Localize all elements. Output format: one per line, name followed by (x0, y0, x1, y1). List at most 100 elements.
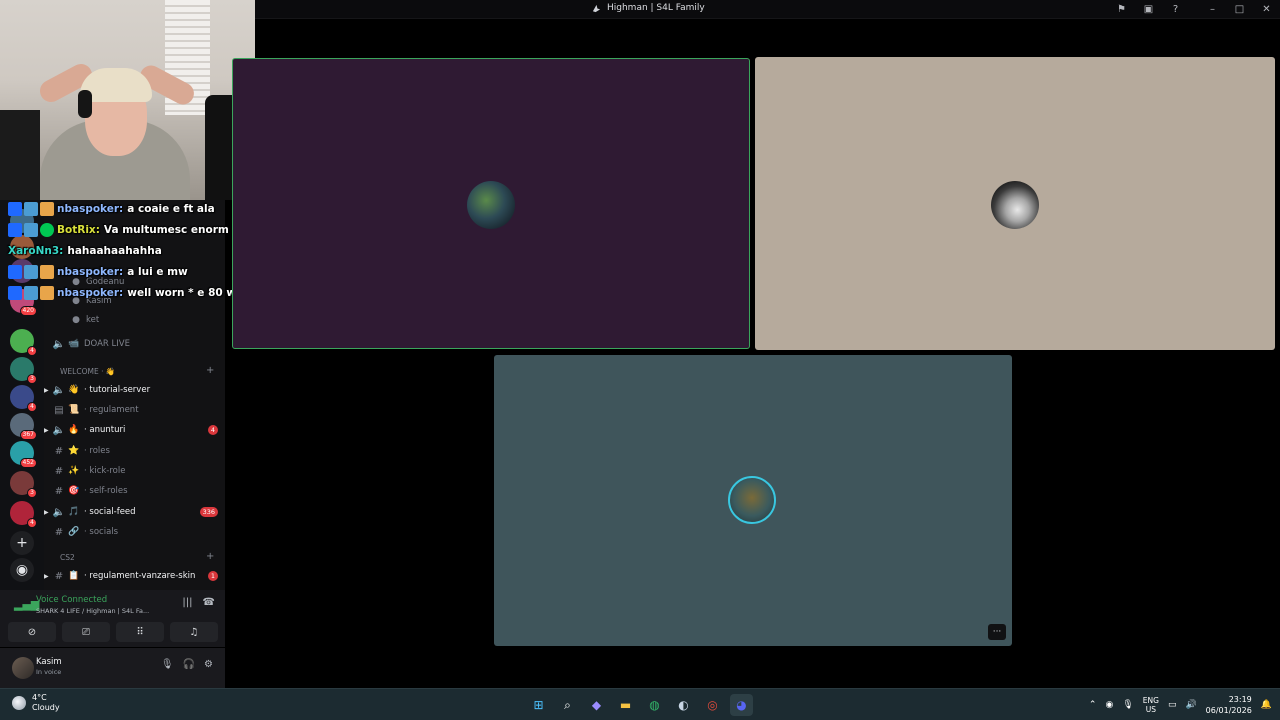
search-icon[interactable]: ⌕ (556, 694, 579, 716)
help-icon[interactable]: ? (1162, 0, 1189, 19)
voice-channel-name[interactable]: SHARK 4 LIFE / Highman | S4L Fa... (36, 607, 149, 615)
server-icon[interactable]: 3 (10, 357, 37, 384)
channel-item[interactable]: # ⭐ · roles (52, 442, 220, 460)
network-app-icon[interactable]: ◉ (1105, 700, 1113, 710)
chat-message: nbaspoker: a coaie e ft ala (8, 200, 215, 218)
minimize-icon[interactable]: – (1199, 0, 1226, 19)
hash-icon: # (54, 485, 64, 497)
avatar[interactable] (12, 657, 34, 679)
server-badge: 3 (27, 488, 37, 498)
noise-suppression-icon[interactable]: ||| (182, 597, 192, 608)
channel-item[interactable]: ▶ 🔈 🔥 · anunturi 4 (44, 421, 220, 439)
shark-icon (592, 4, 601, 12)
chat-badge-icon (24, 202, 38, 216)
add-channel-icon[interactable]: + (206, 365, 214, 376)
camera-off-button[interactable]: ⊘ (8, 622, 56, 642)
voice-channel-doar-live[interactable]: 🔈 📹 DOAR LIVE (52, 335, 220, 353)
channel-emoji-icon: 🔗 (68, 527, 80, 537)
windows-start-icon[interactable]: ⊞ (527, 694, 550, 716)
server-icon[interactable]: 367 (10, 413, 37, 440)
channel-name: · tutorial-server (84, 385, 151, 395)
chat-badge-icon (40, 286, 54, 300)
chat-badge-icon (40, 223, 54, 237)
unread-arrow-icon: ▶ (44, 572, 49, 580)
server-icon[interactable]: 4 (10, 501, 37, 528)
channel-type-icon: ▤ (54, 404, 64, 416)
category-cs2[interactable]: CS2 (60, 553, 75, 562)
channel-item[interactable]: ▶ 🔈 🎵 · social-feed 336 (44, 503, 220, 521)
headphones-icon[interactable]: 🎧 (183, 659, 195, 670)
window-title-group: Highman | S4L Family (592, 3, 705, 13)
server-badge: 367 (19, 430, 37, 440)
cam-icon: 📹 (68, 339, 80, 349)
server-badge: 420 (19, 306, 37, 316)
channel-emoji-icon: 📋 (68, 571, 80, 581)
flag-icon[interactable]: ⚑ (1108, 0, 1135, 19)
channel-item[interactable]: ▶ # 📋 · regulament-vanzare-skin 1 (44, 567, 220, 585)
disconnect-icon[interactable]: ☎ (203, 597, 215, 608)
close-icon[interactable]: ✕ (1253, 0, 1280, 19)
microphone-icon[interactable]: 🎙 (1122, 700, 1133, 710)
volume-icon[interactable]: 🔊 (1185, 700, 1196, 710)
add-server-icon[interactable]: + (10, 531, 34, 555)
video-tile[interactable]: ··· (494, 355, 1012, 646)
voice-user[interactable]: ● ket (68, 311, 236, 329)
channel-name: · kick-role (84, 466, 126, 476)
activities-button[interactable]: ⠿ (116, 622, 164, 642)
username[interactable]: Kasim (36, 657, 62, 667)
category-welcome[interactable]: WELCOME · 👋 (60, 367, 115, 376)
mention-badge: 4 (207, 425, 218, 435)
channel-item[interactable]: ▶ 🔈 👋 · tutorial-server (44, 381, 220, 399)
discord-icon[interactable]: ◕ (730, 694, 753, 716)
channel-item[interactable]: # 🔗 · socials (52, 523, 220, 541)
channel-name: · regulament (84, 405, 139, 415)
soundboard-button[interactable]: ♫ (170, 622, 218, 642)
channel-emoji-icon: 🎵 (68, 507, 80, 517)
chat-username: nbaspoker: (57, 287, 124, 299)
channel-emoji-icon: 🎯 (68, 486, 80, 496)
chat-badge-icon (24, 286, 38, 300)
system-tray: ⌃ ◉ 🎙 ENG US ▭ 🔊 23:19 06/01/2026 🔔 (1089, 694, 1272, 716)
gear-icon[interactable]: ⚙ (204, 659, 213, 670)
avatar (728, 476, 776, 524)
notification-icon[interactable]: 🔔 (1261, 700, 1272, 710)
copilot-icon[interactable]: ◆ (585, 694, 608, 716)
discover-icon[interactable]: ◉ (10, 558, 34, 582)
server-icon[interactable]: 4 (10, 385, 37, 412)
user-panel: Kasim In voice 🎙 🎧 ⚙ (0, 648, 225, 688)
channel-item[interactable]: # ✨ · kick-role (52, 462, 220, 480)
channel-item[interactable]: ▤ 📜 · regulament (52, 401, 220, 419)
add-channel-icon[interactable]: + (206, 551, 214, 562)
server-badge: 3 (27, 374, 37, 384)
window-title: Highman | S4L Family (607, 3, 705, 13)
weather-temp: 4°C (32, 693, 47, 702)
chat-message: nbaspoker: a lui e mw (8, 263, 188, 281)
chat-username: nbaspoker: (57, 266, 124, 278)
taskbar-apps: ⊞ ⌕ ◆ ▬ ◍ ◐ ◎ ◕ (527, 694, 753, 716)
taskbar: 4°C Cloudy ⊞ ⌕ ◆ ▬ ◍ ◐ ◎ ◕ ⌃ ◉ 🎙 ENG US … (0, 688, 1280, 720)
hash-icon: # (54, 465, 64, 477)
video-tile[interactable] (755, 57, 1275, 350)
app-icon[interactable]: ◎ (701, 694, 724, 716)
channel-type-icon: 🔈 (52, 384, 66, 396)
monitor-icon[interactable]: ▭ (1168, 700, 1177, 710)
screen-share-button[interactable]: ⎚ (62, 622, 110, 642)
channel-item[interactable]: # 🎯 · self-roles (52, 482, 220, 500)
more-options-icon[interactable]: ··· (988, 624, 1006, 640)
screen-share-icon[interactable]: ▣ (1135, 0, 1162, 19)
video-tile[interactable] (232, 58, 750, 349)
server-icon[interactable]: 452 (10, 441, 37, 468)
server-icon[interactable]: 3 (10, 471, 37, 498)
maximize-icon[interactable]: □ (1226, 0, 1253, 19)
chevron-up-icon[interactable]: ⌃ (1089, 700, 1097, 710)
chrome-icon[interactable]: ◍ (643, 694, 666, 716)
file-explorer-icon[interactable]: ▬ (614, 694, 637, 716)
steam-icon[interactable]: ◐ (672, 694, 695, 716)
voice-status[interactable]: Voice Connected (36, 595, 107, 605)
clock[interactable]: 23:19 06/01/2026 (1206, 694, 1252, 716)
weather-widget[interactable]: 4°C Cloudy (12, 693, 60, 713)
microphone-icon[interactable]: 🎙 (161, 659, 174, 670)
chat-text: a coaie e ft ala (127, 203, 215, 215)
server-icon[interactable]: 4 (10, 329, 37, 356)
language-indicator[interactable]: ENG US (1143, 696, 1159, 714)
